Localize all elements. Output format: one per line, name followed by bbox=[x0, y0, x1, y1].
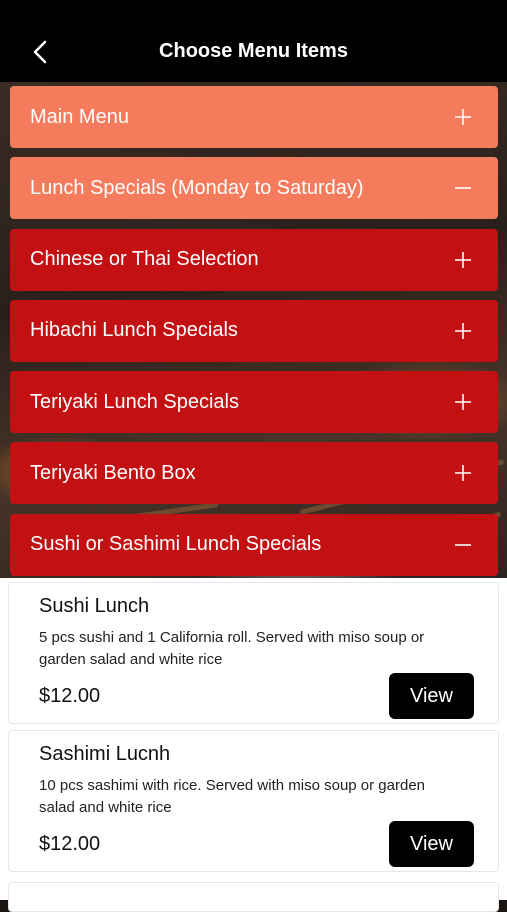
menu-item-card: Sushi Lunch 5 pcs sushi and 1 California… bbox=[8, 582, 499, 724]
category-label: Teriyaki Bento Box bbox=[30, 461, 196, 484]
plus-icon bbox=[455, 251, 471, 268]
category-lunch-specials[interactable]: Lunch Specials (Monday to Saturday) bbox=[10, 157, 498, 220]
category-label: Lunch Specials (Monday to Saturday) bbox=[30, 176, 364, 199]
plus-icon bbox=[455, 109, 471, 125]
plus-icon bbox=[455, 394, 471, 411]
category-label: Main Menu bbox=[30, 105, 129, 128]
item-price: $12.00 bbox=[39, 833, 101, 855]
category-label: Hibachi Lunch Specials bbox=[30, 319, 238, 342]
top-bar: Choose Menu Items bbox=[0, 0, 507, 82]
category-teriyaki-lunch[interactable]: Teriyaki Lunch Specials bbox=[10, 371, 498, 434]
category-label: Chinese or Thai Selection bbox=[30, 248, 259, 271]
menu-item-list: Sushi Lunch 5 pcs sushi and 1 California… bbox=[0, 578, 507, 912]
category-main-menu[interactable]: Main Menu bbox=[10, 86, 498, 148]
item-name: Sushi Lunch bbox=[39, 595, 150, 617]
item-price: $12.00 bbox=[39, 685, 101, 707]
category-teriyaki-bento[interactable]: Teriyaki Bento Box bbox=[10, 442, 498, 505]
plus-icon bbox=[455, 465, 471, 482]
item-name: Sashimi Lucnh bbox=[39, 743, 171, 765]
view-button[interactable]: View bbox=[389, 821, 474, 867]
minus-icon bbox=[455, 543, 471, 546]
category-sushi-sashimi-lunch[interactable]: Sushi or Sashimi Lunch Specials bbox=[10, 513, 498, 576]
category-label: Teriyaki Lunch Specials bbox=[30, 390, 239, 413]
category-hibachi-lunch[interactable]: Hibachi Lunch Specials bbox=[10, 299, 498, 362]
item-description: 5 pcs sushi and 1 California roll. Serve… bbox=[39, 629, 425, 668]
category-chinese-thai[interactable]: Chinese or Thai Selection bbox=[10, 228, 498, 291]
menu-item-card-partial bbox=[8, 882, 499, 912]
menu-item-card: Sashimi Lucnh 10 pcs sashimi with rice. … bbox=[8, 730, 499, 872]
view-button[interactable]: View bbox=[389, 673, 474, 719]
minus-icon bbox=[455, 187, 471, 190]
plus-icon bbox=[455, 322, 471, 339]
page-title: Choose Menu Items bbox=[159, 40, 348, 62]
item-description: 10 pcs sashimi with rice. Served with mi… bbox=[39, 777, 426, 816]
category-label: Sushi or Sashimi Lunch Specials bbox=[30, 533, 322, 556]
category-list: Main Menu Lunch Specials (Monday to Satu… bbox=[10, 86, 498, 585]
